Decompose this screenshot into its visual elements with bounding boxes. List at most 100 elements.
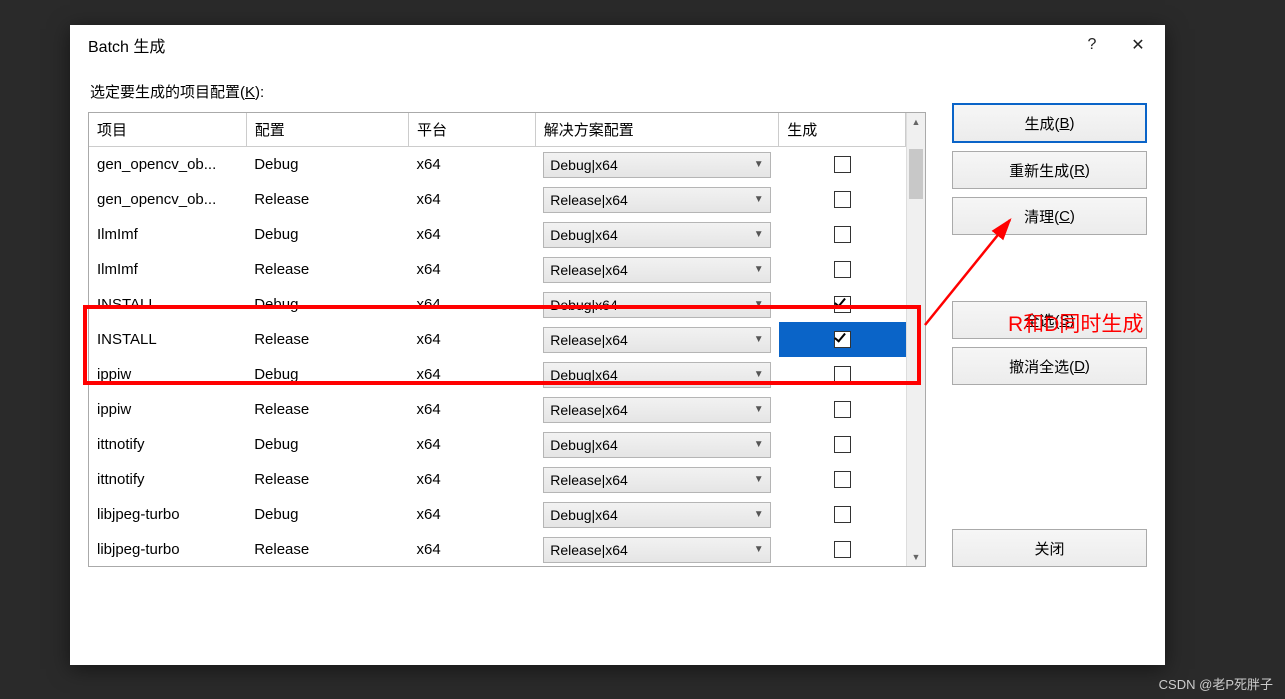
solution-combo[interactable]: Release|x64▼: [543, 187, 770, 213]
cell-solution: Release|x64▼: [535, 532, 778, 566]
col-config[interactable]: 配置: [246, 113, 408, 147]
cell-config: Release: [246, 252, 408, 287]
build-checkbox[interactable]: [834, 436, 851, 453]
table-row[interactable]: INSTALLReleasex64Release|x64▼: [89, 322, 906, 357]
build-checkbox[interactable]: [834, 366, 851, 383]
solution-combo[interactable]: Debug|x64▼: [543, 222, 770, 248]
cell-platform: x64: [408, 252, 535, 287]
cell-build: [779, 147, 906, 183]
cell-platform: x64: [408, 287, 535, 322]
cell-solution: Release|x64▼: [535, 392, 778, 427]
build-checkbox[interactable]: [834, 331, 851, 348]
cell-project: INSTALL: [89, 287, 246, 322]
prompt-label: 选定要生成的项目配置(K):: [90, 81, 926, 102]
build-checkbox[interactable]: [834, 506, 851, 523]
clean-button[interactable]: 清理(C): [952, 197, 1147, 235]
col-project[interactable]: 项目: [89, 113, 246, 147]
cell-config: Release: [246, 322, 408, 357]
close-dialog-button[interactable]: 关闭: [952, 529, 1147, 567]
deselect-all-button[interactable]: 撤消全选(D): [952, 347, 1147, 385]
table-row[interactable]: gen_opencv_ob...Debugx64Debug|x64▼: [89, 147, 906, 183]
cell-solution: Debug|x64▼: [535, 357, 778, 392]
cell-solution: Release|x64▼: [535, 322, 778, 357]
titlebar: Batch 生成 ? ✕: [70, 25, 1165, 65]
help-button[interactable]: ?: [1069, 29, 1115, 61]
chevron-down-icon: ▼: [754, 509, 764, 520]
cell-config: Debug: [246, 497, 408, 532]
cell-platform: x64: [408, 182, 535, 217]
cell-platform: x64: [408, 217, 535, 252]
chevron-down-icon: ▼: [754, 299, 764, 310]
cell-build: [779, 357, 906, 392]
build-checkbox[interactable]: [834, 261, 851, 278]
scroll-thumb[interactable]: [909, 149, 923, 199]
cell-solution: Debug|x64▼: [535, 217, 778, 252]
build-checkbox[interactable]: [834, 401, 851, 418]
cell-platform: x64: [408, 497, 535, 532]
table-row[interactable]: ittnotifyDebugx64Debug|x64▼: [89, 427, 906, 462]
solution-combo[interactable]: Release|x64▼: [543, 467, 770, 493]
build-checkbox[interactable]: [834, 471, 851, 488]
cell-build: [779, 462, 906, 497]
solution-combo[interactable]: Debug|x64▼: [543, 152, 770, 178]
solution-combo[interactable]: Debug|x64▼: [543, 502, 770, 528]
solution-combo[interactable]: Release|x64▼: [543, 397, 770, 423]
table-row[interactable]: ittnotifyReleasex64Release|x64▼: [89, 462, 906, 497]
table-row[interactable]: gen_opencv_ob...Releasex64Release|x64▼: [89, 182, 906, 217]
scrollbar[interactable]: ▲ ▼: [906, 113, 925, 566]
cell-platform: x64: [408, 357, 535, 392]
chevron-down-icon: ▼: [754, 369, 764, 380]
cell-project: libjpeg-turbo: [89, 532, 246, 566]
cell-config: Release: [246, 532, 408, 566]
chevron-down-icon: ▼: [754, 404, 764, 415]
table-row[interactable]: libjpeg-turboDebugx64Debug|x64▼: [89, 497, 906, 532]
solution-combo[interactable]: Release|x64▼: [543, 327, 770, 353]
table-row[interactable]: ippiwReleasex64Release|x64▼: [89, 392, 906, 427]
rebuild-button[interactable]: 重新生成(R): [952, 151, 1147, 189]
cell-solution: Debug|x64▼: [535, 287, 778, 322]
cell-build: [779, 532, 906, 566]
build-checkbox[interactable]: [834, 296, 851, 313]
build-checkbox[interactable]: [834, 156, 851, 173]
cell-project: INSTALL: [89, 322, 246, 357]
scroll-up-icon[interactable]: ▲: [907, 113, 925, 131]
chevron-down-icon: ▼: [754, 159, 764, 170]
cell-solution: Debug|x64▼: [535, 497, 778, 532]
cell-build: [779, 322, 906, 357]
solution-combo[interactable]: Debug|x64▼: [543, 292, 770, 318]
scroll-down-icon[interactable]: ▼: [907, 548, 925, 566]
annotation-text: R和D同时生成: [1008, 308, 1143, 338]
cell-platform: x64: [408, 427, 535, 462]
cell-platform: x64: [408, 147, 535, 183]
col-solution[interactable]: 解决方案配置: [535, 113, 778, 147]
solution-combo[interactable]: Release|x64▼: [543, 257, 770, 283]
config-table[interactable]: 项目 配置 平台 解决方案配置 生成 gen_opencv_ob...Debug…: [89, 113, 906, 566]
cell-build: [779, 427, 906, 462]
cell-config: Debug: [246, 217, 408, 252]
table-row[interactable]: libjpeg-turboReleasex64 Release|x64▼: [89, 532, 906, 566]
dialog-title: Batch 生成: [88, 33, 1069, 57]
cell-project: ippiw: [89, 392, 246, 427]
table-row[interactable]: IlmImfDebugx64Debug|x64▼: [89, 217, 906, 252]
cell-config: Release: [246, 462, 408, 497]
solution-combo[interactable]: Debug|x64▼: [543, 432, 770, 458]
cell-build: [779, 497, 906, 532]
close-button[interactable]: ✕: [1115, 29, 1161, 61]
watermark: CSDN @老P死胖子: [1159, 674, 1273, 693]
cell-build: [779, 217, 906, 252]
table-row[interactable]: ippiwDebugx64Debug|x64▼: [89, 357, 906, 392]
chevron-down-icon: ▼: [754, 439, 764, 450]
build-checkbox[interactable]: [834, 226, 851, 243]
cell-platform: x64: [408, 532, 535, 566]
chevron-down-icon: ▼: [754, 264, 764, 275]
build-checkbox[interactable]: [834, 191, 851, 208]
build-button[interactable]: 生成(B): [952, 103, 1147, 143]
solution-combo[interactable]: Debug|x64▼: [543, 362, 770, 388]
table-row[interactable]: IlmImfReleasex64Release|x64▼: [89, 252, 906, 287]
solution-combo[interactable]: Release|x64▼: [543, 537, 770, 563]
build-checkbox[interactable]: [834, 541, 851, 558]
table-row[interactable]: INSTALLDebugx64Debug|x64▼: [89, 287, 906, 322]
col-build[interactable]: 生成: [779, 113, 906, 147]
col-platform[interactable]: 平台: [408, 113, 535, 147]
cell-solution: Release|x64▼: [535, 252, 778, 287]
